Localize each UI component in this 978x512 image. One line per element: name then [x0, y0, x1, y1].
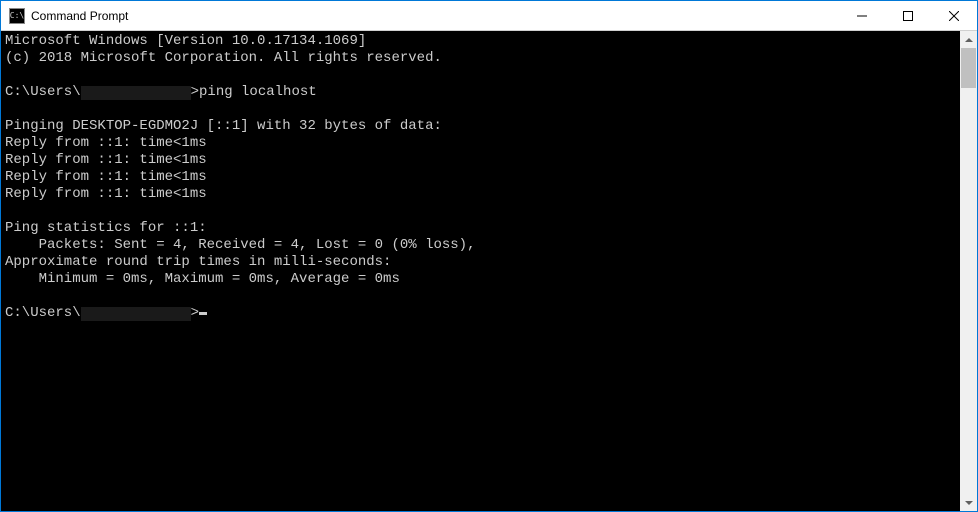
minimize-icon — [857, 11, 867, 21]
redacted-username — [81, 86, 191, 100]
close-button[interactable] — [931, 1, 977, 31]
redacted-username — [81, 307, 191, 321]
scroll-down-button[interactable] — [960, 494, 977, 511]
terminal-line: Approximate round trip times in milli-se… — [5, 254, 956, 271]
terminal-line: Microsoft Windows [Version 10.0.17134.10… — [5, 33, 956, 50]
terminal-line: Reply from ::1: time<1ms — [5, 135, 956, 152]
terminal-line — [5, 288, 956, 305]
chevron-up-icon — [965, 36, 973, 44]
scroll-track[interactable] — [960, 48, 977, 494]
chevron-down-icon — [965, 499, 973, 507]
prompt-path: C:\Users\ — [5, 305, 81, 321]
terminal-line: (c) 2018 Microsoft Corporation. All righ… — [5, 50, 956, 67]
vertical-scrollbar[interactable] — [960, 31, 977, 511]
scroll-thumb[interactable] — [961, 48, 976, 88]
terminal-cursor — [199, 312, 207, 315]
terminal-line: Pinging DESKTOP-EGDMO2J [::1] with 32 by… — [5, 118, 956, 135]
maximize-button[interactable] — [885, 1, 931, 31]
terminal-prompt-line: C:\Users\ > — [5, 305, 956, 322]
window-title: Command Prompt — [31, 9, 128, 23]
cmd-icon: C:\ — [9, 8, 25, 24]
prompt-suffix: > — [191, 305, 199, 321]
minimize-button[interactable] — [839, 1, 885, 31]
terminal-line — [5, 101, 956, 118]
terminal-line: Reply from ::1: time<1ms — [5, 169, 956, 186]
terminal-line — [5, 203, 956, 220]
terminal-line: Packets: Sent = 4, Received = 4, Lost = … — [5, 237, 956, 254]
terminal-line: Ping statistics for ::1: — [5, 220, 956, 237]
terminal-output[interactable]: Microsoft Windows [Version 10.0.17134.10… — [1, 31, 960, 511]
terminal-line: Reply from ::1: time<1ms — [5, 186, 956, 203]
scroll-up-button[interactable] — [960, 31, 977, 48]
prompt-command: >ping localhost — [191, 84, 317, 100]
close-icon — [949, 11, 959, 21]
terminal-line: Reply from ::1: time<1ms — [5, 152, 956, 169]
prompt-path: C:\Users\ — [5, 84, 81, 100]
terminal-line — [5, 67, 956, 84]
window-titlebar: C:\ Command Prompt — [1, 1, 977, 31]
terminal-prompt-line: C:\Users\ >ping localhost — [5, 84, 956, 101]
maximize-icon — [903, 11, 913, 21]
terminal-line: Minimum = 0ms, Maximum = 0ms, Average = … — [5, 271, 956, 288]
